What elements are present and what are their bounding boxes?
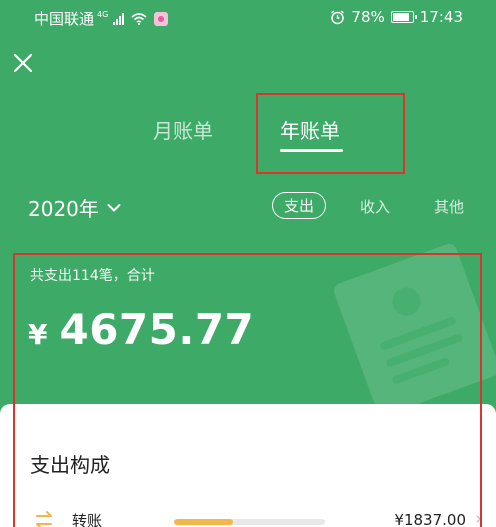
- share-bar-fill: [174, 519, 233, 525]
- year-selector[interactable]: 2020年: [28, 193, 121, 222]
- status-right: 78% 17:43: [330, 8, 463, 26]
- bill-watermark-icon: [333, 243, 496, 410]
- filter-other[interactable]: 其他: [434, 196, 464, 217]
- total-value: 4675.77: [59, 305, 255, 354]
- filter-expense[interactable]: 支出: [272, 192, 327, 219]
- breakdown-card: 支出构成 转账 ¥1837.00 ›: [0, 404, 496, 527]
- app-notification-icon: [154, 11, 169, 26]
- category-amount: ¥1837.00: [394, 511, 466, 527]
- active-tab-indicator: [280, 149, 343, 152]
- breakdown-title: 支出构成: [30, 453, 110, 477]
- expense-summary-text: 共支出114笔，合计: [30, 268, 155, 284]
- list-item[interactable]: 转账 ¥1837.00 ›: [0, 506, 496, 527]
- tab-monthly-bill[interactable]: 月账单: [153, 115, 213, 144]
- year-label: 2020年: [28, 197, 99, 221]
- chevron-down-icon: [107, 203, 121, 212]
- status-left: 中国联通 4G: [34, 8, 169, 29]
- filter-income[interactable]: 收入: [360, 196, 390, 217]
- tab-yearly-bill[interactable]: 年账单: [280, 115, 340, 144]
- battery-percent: 78%: [351, 8, 385, 26]
- transfer-icon: [36, 511, 52, 527]
- category-name: 转账: [72, 512, 103, 527]
- wifi-icon: [131, 12, 147, 25]
- network-type: 4G: [97, 10, 109, 19]
- total-amount: ¥ 4675.77: [28, 305, 254, 354]
- currency-symbol: ¥: [28, 318, 48, 351]
- share-bar: [174, 519, 325, 525]
- alarm-icon: [331, 9, 345, 24]
- signal-icon: [113, 12, 125, 25]
- close-icon[interactable]: [10, 50, 36, 76]
- clock: 17:43: [419, 8, 463, 26]
- carrier-label: 中国联通: [34, 10, 95, 28]
- chevron-right-icon: ›: [475, 509, 482, 527]
- status-bar: 中国联通 4G 78% 17:43: [0, 0, 496, 34]
- battery-icon: [390, 11, 417, 23]
